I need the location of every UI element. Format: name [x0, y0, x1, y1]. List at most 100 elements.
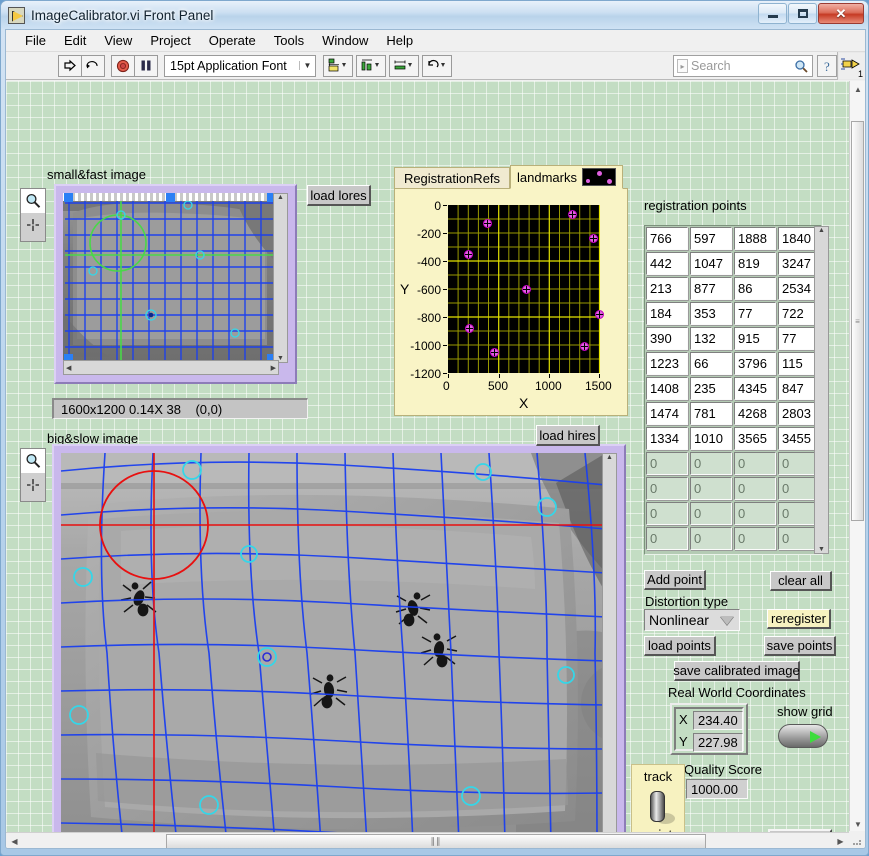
selection-handle[interactable]	[166, 193, 175, 202]
real-world-y-value[interactable]: 227.98	[693, 733, 743, 752]
menu-operate[interactable]: Operate	[200, 31, 265, 50]
table-cell[interactable]: 235	[690, 377, 732, 400]
table-row[interactable]: 184 353 77 722	[645, 301, 821, 326]
toggle-switch-icon[interactable]	[650, 791, 665, 822]
align-objects-button[interactable]	[323, 54, 353, 77]
big-image-zoom-tool[interactable]	[21, 449, 45, 473]
registration-points-table[interactable]: 766 597 1888 1840 442 1047 819 3247 213 877 86 2534…	[644, 225, 822, 555]
table-cell[interactable]: 4345	[734, 377, 776, 400]
table-cell[interactable]: 0	[646, 502, 688, 525]
table-cell[interactable]: 1334	[646, 427, 688, 450]
table-cell[interactable]: 1408	[646, 377, 688, 400]
distortion-type-select[interactable]: Nonlinear	[644, 609, 740, 631]
menu-window[interactable]: Window	[313, 31, 377, 50]
menu-file[interactable]: File	[16, 31, 55, 50]
table-row[interactable]: 1408 235 4345 847	[645, 376, 821, 401]
table-row[interactable]: 390 132 915 77	[645, 326, 821, 351]
table-cell[interactable]: 1047	[690, 252, 732, 275]
abort-execution-button[interactable]	[111, 54, 135, 77]
small-image-hscrollbar[interactable]: ◀ ▶	[63, 360, 279, 375]
load-hires-button[interactable]: load hires	[536, 425, 600, 446]
scroll-down-arrow-icon[interactable]: ▼	[850, 816, 865, 832]
tab-registrationrefs[interactable]: RegistrationRefs	[394, 167, 510, 189]
table-cell[interactable]: 819	[734, 252, 776, 275]
table-row[interactable]: 213 877 86 2534	[645, 276, 821, 301]
table-row[interactable]: 766 597 1888 1840	[645, 226, 821, 251]
table-cell[interactable]: 0	[690, 527, 732, 550]
data-point[interactable]	[482, 218, 492, 228]
table-cell[interactable]: 3796	[734, 352, 776, 375]
data-point[interactable]	[594, 309, 604, 319]
close-button[interactable]: ✕	[818, 3, 864, 24]
reorder-objects-button[interactable]	[422, 54, 452, 77]
selection-handle[interactable]	[64, 193, 73, 202]
real-world-x-value[interactable]: 234.40	[693, 711, 743, 730]
table-cell[interactable]: 1223	[646, 352, 688, 375]
table-cell[interactable]: 0	[734, 477, 776, 500]
table-row[interactable]: 0000	[645, 476, 821, 501]
table-cell[interactable]: 353	[690, 302, 732, 325]
horizontal-scroll-thumb[interactable]: ∥∥	[166, 833, 706, 848]
load-points-button[interactable]: load points	[644, 636, 716, 656]
panel-horizontal-scrollbar[interactable]: ◀ ∥∥ ▶	[6, 832, 849, 848]
table-cell[interactable]: 86	[734, 277, 776, 300]
big-image-canvas[interactable]	[61, 453, 606, 832]
run-button[interactable]	[58, 54, 82, 77]
reregister-button[interactable]: reregister	[767, 609, 831, 629]
clear-all-button[interactable]: clear all	[770, 571, 832, 591]
scroll-up-arrow-icon[interactable]: ▲	[850, 81, 865, 97]
pause-button[interactable]	[134, 54, 158, 77]
table-cell[interactable]: 442	[646, 252, 688, 275]
table-cell[interactable]: 0	[690, 452, 732, 475]
table-row[interactable]: 0000	[645, 451, 821, 476]
run-continuously-button[interactable]	[81, 54, 105, 77]
track-point-switch[interactable]: track point	[631, 764, 685, 832]
data-point[interactable]	[465, 323, 475, 333]
big-image-pan-tool[interactable]	[21, 473, 45, 497]
table-cell[interactable]: 0	[646, 527, 688, 550]
table-cell[interactable]: 0	[646, 452, 688, 475]
table-cell[interactable]: 77	[734, 302, 776, 325]
table-cell[interactable]: 3565	[734, 427, 776, 450]
tab-landmarks[interactable]: landmarks	[510, 165, 623, 189]
table-cell[interactable]: 766	[646, 227, 688, 250]
menu-edit[interactable]: Edit	[55, 31, 95, 50]
data-point[interactable]	[522, 284, 531, 294]
panel-vertical-scrollbar[interactable]: ▲ ≡ ▼	[849, 81, 865, 832]
table-cell[interactable]: 1474	[646, 402, 688, 425]
data-point[interactable]	[464, 249, 474, 259]
table-cell[interactable]: 0	[734, 502, 776, 525]
table-cell[interactable]: 0	[734, 452, 776, 475]
show-grid-toggle[interactable]	[778, 724, 828, 748]
small-image-canvas[interactable]	[63, 193, 277, 363]
menu-help[interactable]: Help	[377, 31, 422, 50]
table-row[interactable]: 1474 781 4268 2803	[645, 401, 821, 426]
small-image-vscrollbar[interactable]: ▲ ▼	[273, 193, 288, 363]
distribute-objects-button[interactable]	[356, 54, 386, 77]
table-cell[interactable]: 213	[646, 277, 688, 300]
table-cell[interactable]: 0	[690, 477, 732, 500]
table-cell[interactable]: 0	[690, 502, 732, 525]
table-cell[interactable]: 0	[734, 527, 776, 550]
search-input[interactable]: ▸ Search	[673, 55, 813, 77]
table-cell[interactable]: 4268	[734, 402, 776, 425]
font-selector[interactable]: 15pt Application Font ▼	[164, 54, 316, 77]
table-cell[interactable]: 184	[646, 302, 688, 325]
table-cell[interactable]: 0	[646, 477, 688, 500]
registration-table-scrollbar[interactable]: ▲ ▼	[814, 226, 829, 554]
resize-objects-button[interactable]	[389, 54, 419, 77]
table-row[interactable]: 442 1047 819 3247	[645, 251, 821, 276]
menu-tools[interactable]: Tools	[265, 31, 313, 50]
table-row[interactable]: 1334 1010 3565 3455	[645, 426, 821, 451]
table-cell[interactable]: 1010	[690, 427, 732, 450]
table-cell[interactable]: 877	[690, 277, 732, 300]
vi-context-help-icon[interactable]: 1	[837, 52, 865, 80]
table-row[interactable]: 0000	[645, 501, 821, 526]
table-cell[interactable]: 390	[646, 327, 688, 350]
vertical-scroll-thumb[interactable]: ≡	[851, 121, 864, 521]
data-point[interactable]	[489, 347, 499, 357]
save-calibrated-image-button[interactable]: save calibrated image	[673, 661, 800, 681]
resize-grip-icon[interactable]	[849, 831, 865, 848]
big-image-vscrollbar[interactable]: ▲ ▼	[602, 453, 617, 832]
table-cell[interactable]: 66	[690, 352, 732, 375]
